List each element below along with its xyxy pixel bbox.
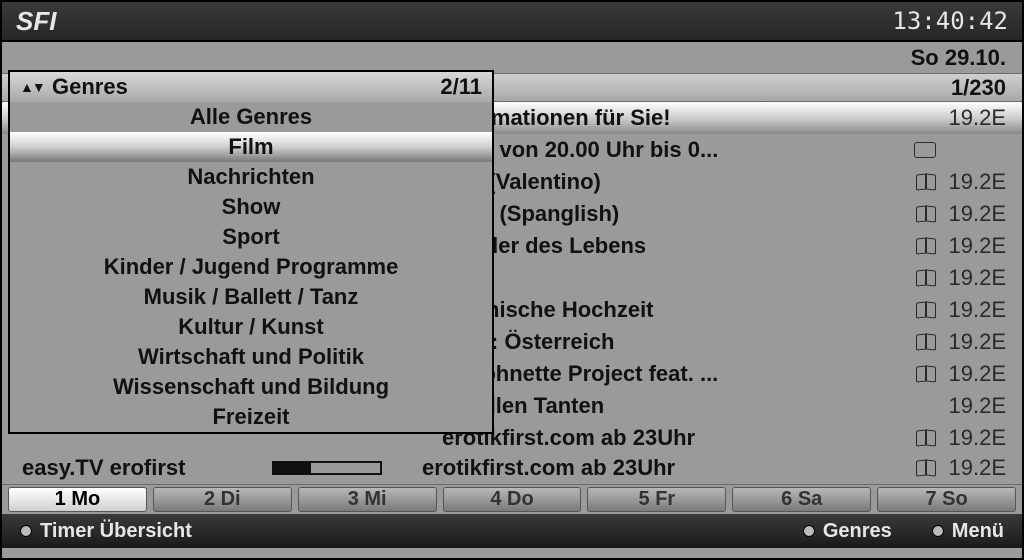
menu-label: Menü — [952, 520, 1004, 543]
titlebar: SFI 13:40:42 — [2, 2, 1022, 42]
program-title: amm von 20.00 Uhr bis 0... — [442, 137, 906, 163]
book-icon — [916, 270, 936, 286]
updown-arrows-icon: ▲▼ — [20, 79, 44, 95]
app-title: SFI — [16, 6, 56, 37]
day-tab[interactable]: 4 Do — [443, 487, 582, 512]
genre-item[interactable]: Wissenschaft und Bildung — [10, 372, 492, 402]
genre-item[interactable]: Alle Genres — [10, 102, 492, 132]
yellow-dot-icon — [803, 525, 815, 537]
popup-title: Genres — [44, 74, 440, 100]
genres-label: Genres — [823, 520, 892, 543]
day-tabs[interactable]: 1 Mo2 Di3 Mi4 Do5 Fr6 Sa7 So — [2, 484, 1022, 514]
day-tab[interactable]: 5 Fr — [587, 487, 726, 512]
satellite-label: 19.2E — [936, 169, 1006, 195]
day-tab[interactable]: 2 Di — [153, 487, 292, 512]
program-title: talienische Hochzeit — [442, 297, 908, 323]
program-title: ckey: Österreich — [442, 329, 908, 355]
program-title: Informationen für Sie! — [442, 105, 928, 131]
date-label: So 29.10. — [911, 45, 1006, 71]
satellite-label: 19.2E — [936, 455, 1006, 481]
popup-list[interactable]: Alle GenresFilmNachrichtenShowSportKinde… — [10, 102, 492, 432]
menu-button[interactable]: Menü — [922, 520, 1014, 543]
satellite-label: 19.2E — [936, 297, 1006, 323]
program-title: tino (Valentino) — [442, 169, 908, 195]
satellite-label: 19.2E — [936, 201, 1006, 227]
channel-row[interactable]: easy.TV erofirst erotikfirst.com ab 23Uhr… — [2, 452, 1022, 484]
genres-popup[interactable]: ▲▼ Genres 2/11 Alle GenresFilmNachrichte… — [8, 70, 494, 434]
program-title: Nunder des Lebens — [442, 233, 908, 259]
genre-item[interactable]: Musik / Ballett / Tanz — [10, 282, 492, 312]
day-tab[interactable]: 7 So — [877, 487, 1016, 512]
tv-icon — [914, 142, 936, 158]
book-icon — [916, 238, 936, 254]
genre-item[interactable]: Sport — [10, 222, 492, 252]
book-icon — [916, 206, 936, 222]
book-icon — [916, 174, 936, 190]
day-tab[interactable]: 3 Mi — [298, 487, 437, 512]
program-title: re tollen Tanten — [442, 393, 928, 419]
satellite-label: 19.2E — [936, 233, 1006, 259]
program-title: ns — [442, 265, 908, 291]
satellite-label: 19.2E — [936, 361, 1006, 387]
clock: 13:40:42 — [892, 7, 1008, 35]
genre-item[interactable]: Kinder / Jugend Programme — [10, 252, 492, 282]
list-position: 1/230 — [951, 75, 1006, 101]
satellite-label: 19.2E — [936, 265, 1006, 291]
genres-button[interactable]: Genres — [793, 520, 902, 543]
book-icon — [916, 334, 936, 350]
timer-overview-label: Timer Übersicht — [40, 520, 192, 543]
bottom-bar: Timer Übersicht Genres Menü — [2, 514, 1022, 548]
day-tab[interactable]: 1 Mo — [8, 487, 147, 512]
channel-name: easy.TV erofirst — [22, 455, 272, 481]
timer-overview-button[interactable]: Timer Übersicht — [10, 520, 202, 543]
channel-program-title: erotikfirst.com ab 23Uhr — [422, 455, 908, 481]
genre-item[interactable]: Show — [10, 192, 492, 222]
progress-bar — [272, 461, 382, 475]
day-tab[interactable]: 6 Sa — [732, 487, 871, 512]
book-icon — [916, 366, 936, 382]
satellite-label: 19.2E — [936, 105, 1006, 131]
genre-item[interactable]: Nachrichten — [10, 162, 492, 192]
book-icon — [916, 460, 936, 476]
program-title: glish (Spanglish) — [442, 201, 908, 227]
genre-item[interactable]: Kultur / Kunst — [10, 312, 492, 342]
genre-item[interactable]: Film — [10, 132, 492, 162]
red-dot-icon — [20, 525, 32, 537]
satellite-label: 19.2E — [936, 329, 1006, 355]
satellite-label: 19.2E — [936, 393, 1006, 419]
blue-dot-icon — [932, 525, 944, 537]
program-title: DeJohnette Project feat. ... — [442, 361, 908, 387]
popup-header: ▲▼ Genres 2/11 — [10, 72, 492, 102]
popup-count: 2/11 — [440, 74, 482, 100]
book-icon — [916, 302, 936, 318]
genre-item[interactable]: Freizeit — [10, 402, 492, 432]
genre-item[interactable]: Wirtschaft und Politik — [10, 342, 492, 372]
